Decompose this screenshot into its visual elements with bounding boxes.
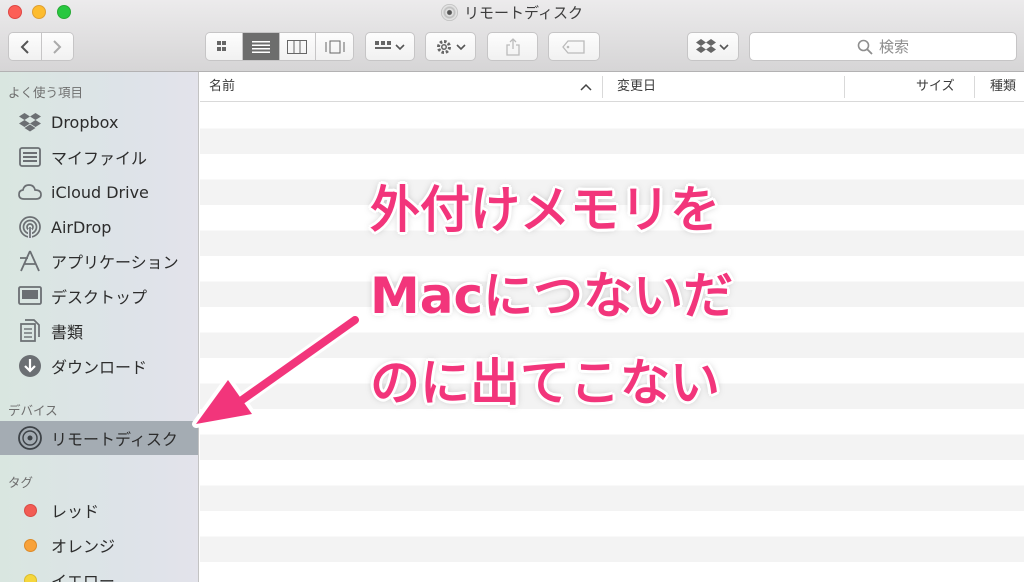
all-my-files-icon bbox=[17, 144, 43, 170]
sidebar-tag-yellow[interactable]: イエロー bbox=[0, 563, 198, 582]
list-icon bbox=[251, 40, 270, 53]
chevron-left-icon bbox=[20, 39, 29, 54]
sidebar-item-label: iCloud Drive bbox=[51, 182, 149, 202]
window-toolbar: リモートディスク 検索 bbox=[0, 0, 1024, 72]
sidebar-tag-orange[interactable]: オレンジ bbox=[0, 528, 198, 562]
annotation-line-3: のに出てこない bbox=[370, 354, 720, 412]
sidebar: よく使う項目 Dropbox マイファイル iCloud Drive AirDr… bbox=[0, 72, 199, 582]
sidebar-item-label: ダウンロード bbox=[51, 358, 148, 377]
back-forward-group bbox=[8, 32, 74, 61]
column-divider bbox=[844, 76, 845, 98]
column-header-size[interactable]: サイズ bbox=[916, 72, 955, 102]
column-divider bbox=[602, 76, 603, 98]
column-header-size-label: サイズ bbox=[916, 79, 955, 94]
dropbox-icon bbox=[17, 109, 43, 135]
sidebar-item-desktop[interactable]: デスクトップ bbox=[0, 279, 198, 313]
sidebar-item-label: リモートディスク bbox=[51, 430, 178, 449]
cover-flow-button[interactable] bbox=[316, 33, 353, 60]
tag-color-dot bbox=[17, 567, 43, 582]
sidebar-item-label: デスクトップ bbox=[51, 288, 148, 307]
sort-ascending-icon bbox=[580, 83, 592, 91]
sidebar-item-remote-disc[interactable]: リモートディスク bbox=[0, 421, 198, 455]
devices-header: デバイス bbox=[8, 403, 58, 418]
action-menu-button[interactable] bbox=[425, 32, 476, 61]
sidebar-item-airdrop[interactable]: AirDrop bbox=[0, 210, 198, 244]
sidebar-item-label: マイファイル bbox=[51, 149, 148, 168]
cloud-icon bbox=[17, 179, 43, 205]
window-title: リモートディスク bbox=[0, 2, 1024, 24]
sidebar-item-applications[interactable]: アプリケーション bbox=[0, 244, 198, 278]
column-view-button[interactable] bbox=[279, 33, 317, 60]
sidebar-item-label: オレンジ bbox=[51, 537, 116, 556]
column-header-name-label: 名前 bbox=[209, 79, 236, 94]
tag-color-dot bbox=[17, 532, 43, 558]
airdrop-icon bbox=[17, 214, 43, 240]
edit-tags-button[interactable] bbox=[548, 32, 600, 61]
remote-disc-icon bbox=[441, 4, 459, 21]
share-button[interactable] bbox=[487, 32, 538, 61]
downloads-icon bbox=[17, 353, 43, 379]
sidebar-tag-red[interactable]: レッド bbox=[0, 493, 198, 527]
annotation-line-2: Macにつないだ bbox=[370, 267, 734, 325]
sidebar-item-label: AirDrop bbox=[51, 217, 112, 237]
grid-icon bbox=[216, 40, 226, 51]
tags-header: タグ bbox=[8, 475, 34, 490]
forward-button[interactable] bbox=[41, 33, 73, 60]
list-view-button[interactable] bbox=[242, 33, 280, 60]
search-field[interactable]: 検索 bbox=[749, 32, 1017, 61]
column-header-kind-label: 種類 bbox=[990, 79, 1017, 94]
column-header-name[interactable]: 名前 bbox=[209, 72, 235, 102]
annotation-arrow-icon bbox=[192, 313, 362, 428]
column-header-row: 名前 変更日 サイズ 種類 bbox=[200, 72, 1024, 102]
column-header-kind[interactable]: 種類 bbox=[990, 72, 1016, 102]
sidebar-item-label: アプリケーション bbox=[51, 253, 179, 272]
sidebar-item-dropbox[interactable]: Dropbox bbox=[0, 105, 198, 139]
chevron-right-icon bbox=[53, 39, 62, 54]
share-icon bbox=[505, 37, 520, 56]
tag-icon bbox=[562, 39, 585, 54]
remote-disc-icon bbox=[17, 425, 43, 451]
favorites-header: よく使う項目 bbox=[8, 85, 84, 100]
sidebar-item-label: イエロー bbox=[51, 572, 115, 582]
sidebar-item-label: 書類 bbox=[51, 323, 84, 342]
desktop-icon bbox=[17, 283, 43, 309]
search-placeholder: 検索 bbox=[878, 38, 909, 56]
annotation-line-1: 外付けメモリを bbox=[370, 181, 720, 239]
sidebar-item-downloads[interactable]: ダウンロード bbox=[0, 349, 198, 383]
cover-flow-icon bbox=[325, 40, 345, 53]
window-title-text: リモートディスク bbox=[464, 4, 583, 22]
applications-icon bbox=[17, 248, 43, 274]
column-header-modified-label: 変更日 bbox=[617, 79, 657, 94]
gear-icon bbox=[436, 39, 466, 54]
back-button[interactable] bbox=[9, 33, 42, 60]
view-mode-control bbox=[205, 32, 354, 61]
arrange-icon bbox=[375, 40, 405, 50]
sidebar-item-all-my-files[interactable]: マイファイル bbox=[0, 140, 198, 174]
dropbox-icon bbox=[696, 38, 729, 53]
tag-color-dot bbox=[17, 497, 43, 523]
dropbox-toolbar-button[interactable] bbox=[687, 32, 739, 61]
icon-view-button[interactable] bbox=[206, 33, 243, 60]
documents-icon bbox=[17, 318, 43, 344]
column-header-modified[interactable]: 変更日 bbox=[617, 72, 656, 102]
sidebar-item-label: レッド bbox=[51, 502, 100, 521]
arrange-button[interactable] bbox=[365, 32, 415, 61]
search-icon bbox=[857, 39, 873, 55]
sidebar-item-icloud-drive[interactable]: iCloud Drive bbox=[0, 175, 198, 209]
sidebar-item-label: Dropbox bbox=[51, 112, 119, 132]
column-divider bbox=[974, 76, 975, 98]
sidebar-item-documents[interactable]: 書類 bbox=[0, 314, 198, 348]
columns-icon bbox=[287, 39, 308, 54]
